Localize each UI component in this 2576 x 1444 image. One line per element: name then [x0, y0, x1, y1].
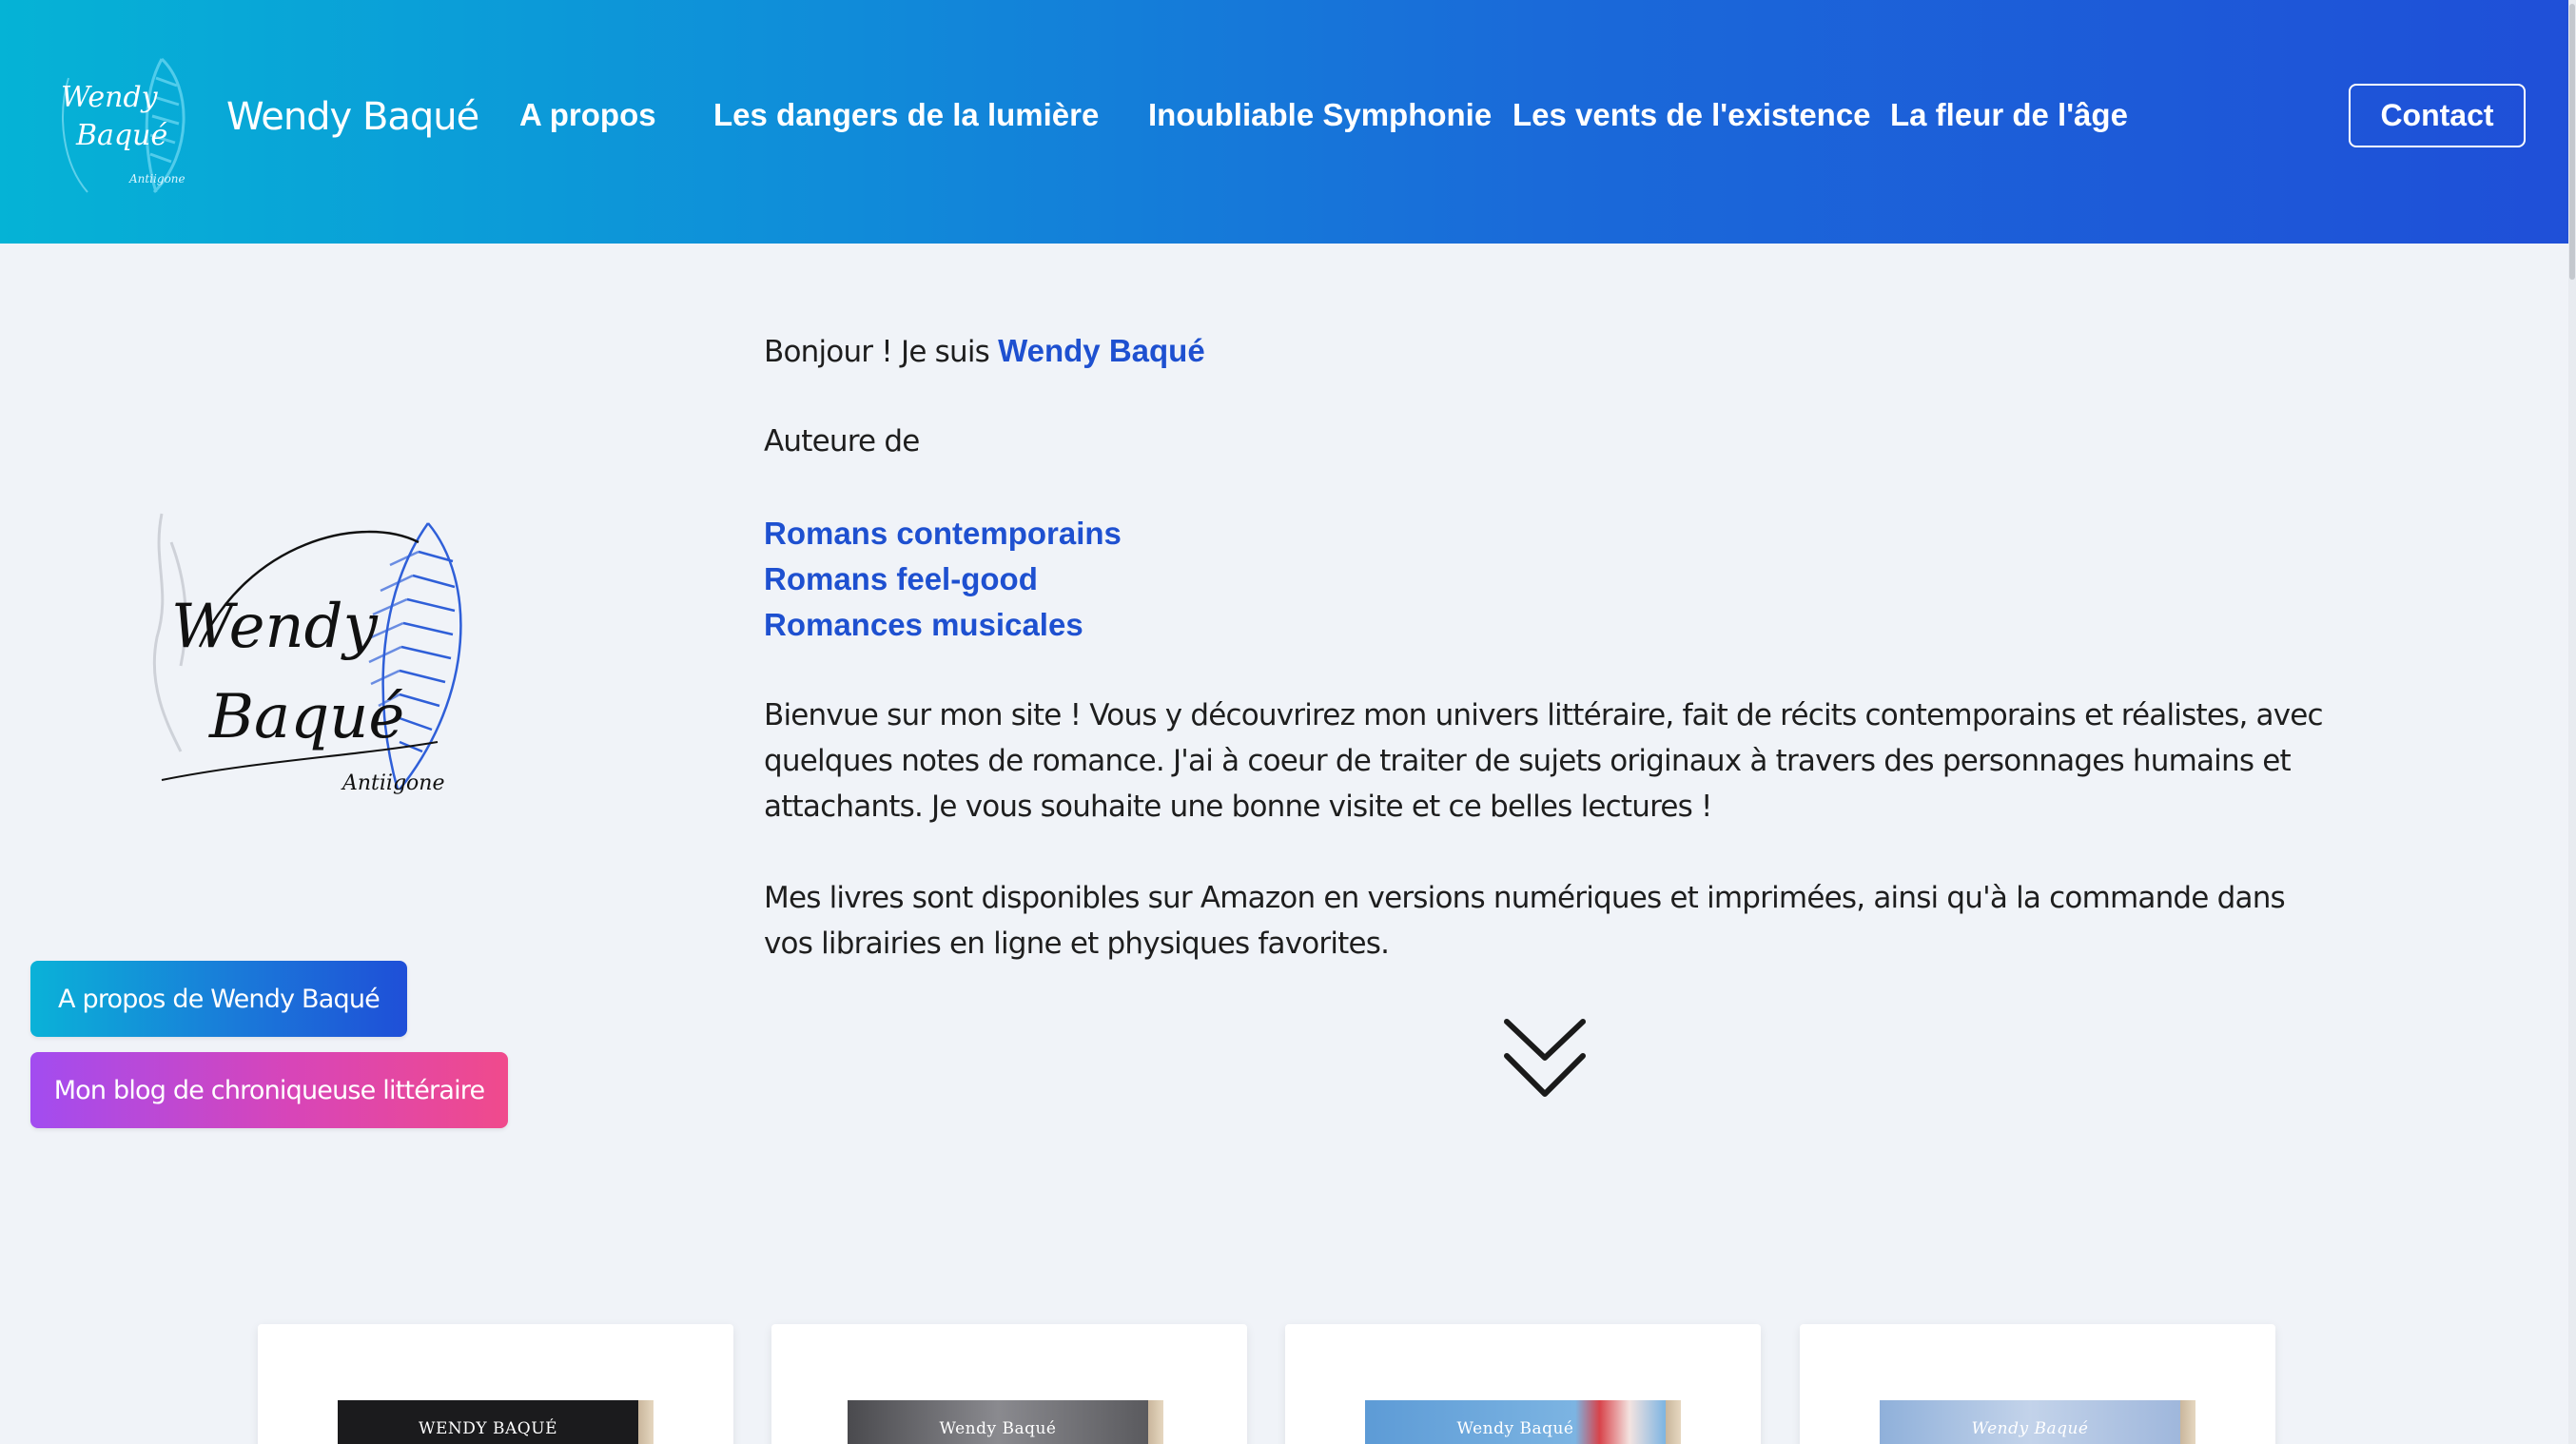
- scrollbar[interactable]: [2568, 0, 2576, 1444]
- book-edge: [638, 1400, 654, 1444]
- site-header: Wendy Baqué Antiigone Wendy Baqué A prop…: [0, 0, 2576, 244]
- nav-item-les-dangers-de-la-lumiere[interactable]: Les dangers de la lumière: [713, 97, 1099, 133]
- book-card[interactable]: Wendy Baqué: [1285, 1324, 1761, 1444]
- svg-text:Baqué: Baqué: [75, 119, 167, 152]
- availability-paragraph: Mes livres sont disponibles sur Amazon e…: [764, 881, 2286, 961]
- book-edge: [1666, 1400, 1681, 1444]
- genre-item: Romances musicales: [764, 607, 1083, 642]
- double-chevron-down-icon[interactable]: [1501, 1014, 1589, 1102]
- author-logo: Wendy Baqué Antiigone: [152, 513, 462, 795]
- svg-text:Wendy: Wendy: [171, 592, 379, 662]
- brand-name[interactable]: Wendy Baqué: [226, 95, 479, 139]
- book-card[interactable]: Wendy Baqué: [1800, 1324, 2275, 1444]
- book-cover-text: WENDY BAQUÉ: [419, 1419, 557, 1438]
- nav-item-les-vents-de-l-existence[interactable]: Les vents de l'existence: [1512, 97, 1871, 133]
- author-name: Wendy Baqué: [998, 333, 1205, 368]
- book-cover: Wendy Baqué: [848, 1400, 1148, 1444]
- genre-item: Romans feel-good: [764, 561, 1038, 596]
- genre-item: Romans contemporains: [764, 516, 1122, 551]
- greeting-line: Bonjour ! Je suis Wendy Baqué: [764, 333, 1205, 369]
- contact-button[interactable]: Contact: [2349, 84, 2526, 147]
- svg-text:Antiigone: Antiigone: [341, 771, 445, 795]
- greeting-text: Bonjour ! Je suis: [764, 335, 999, 369]
- book-cover: Wendy Baqué: [1365, 1400, 1666, 1444]
- nav-item-inoubliable-symphonie[interactable]: Inoubliable Symphonie: [1148, 97, 1492, 133]
- book-cover: Wendy Baqué: [1880, 1400, 2180, 1444]
- book-cover-text: Wendy Baqué: [1456, 1419, 1574, 1438]
- book-cover-text: Wendy Baqué: [939, 1419, 1057, 1438]
- book-card[interactable]: Wendy Baqué: [771, 1324, 1247, 1444]
- welcome-paragraph: Bienvue sur mon site ! Vous y découvrire…: [764, 698, 2324, 824]
- book-cover: WENDY BAQUÉ: [338, 1400, 638, 1444]
- book-edge: [1148, 1400, 1163, 1444]
- book-card[interactable]: WENDY BAQUÉ: [258, 1324, 733, 1444]
- about-wendy-button[interactable]: A propos de Wendy Baqué: [30, 961, 407, 1037]
- nav-item-a-propos[interactable]: A propos: [519, 97, 656, 133]
- nav-item-la-fleur-de-l-age[interactable]: La fleur de l'âge: [1890, 97, 2128, 133]
- svg-text:Wendy: Wendy: [61, 81, 159, 114]
- book-cover-text: Wendy Baqué: [1971, 1419, 2089, 1438]
- header-logo[interactable]: Wendy Baqué Antiigone: [49, 49, 202, 198]
- author-of-text: Auteure de: [764, 424, 920, 459]
- blog-button[interactable]: Mon blog de chroniqueuse littéraire: [30, 1052, 508, 1128]
- book-edge: [2180, 1400, 2195, 1444]
- scrollbar-thumb[interactable]: [2569, 4, 2575, 280]
- svg-text:Baqué: Baqué: [208, 682, 404, 752]
- svg-text:Antiigone: Antiigone: [128, 172, 185, 185]
